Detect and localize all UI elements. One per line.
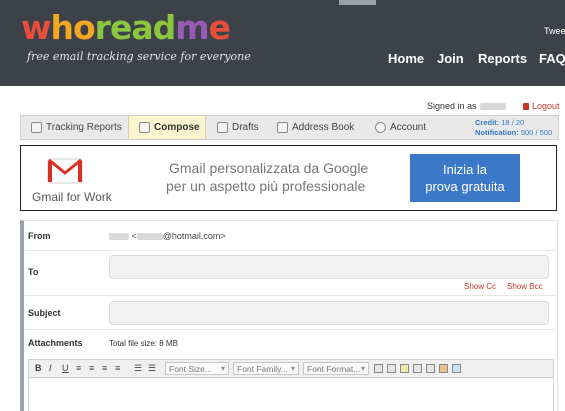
tab-account[interactable]: Account <box>375 116 445 139</box>
nav-home[interactable]: Home <box>388 51 424 66</box>
signed-in-label: Signed in as <box>427 101 477 111</box>
from-label: From <box>28 231 51 241</box>
show-bcc-link[interactable]: Show Bcc <box>507 282 543 291</box>
image-icon[interactable] <box>439 364 448 373</box>
header-handle[interactable] <box>339 0 376 5</box>
font-family-select[interactable]: Font Family... <box>233 362 299 375</box>
to-field[interactable] <box>109 255 549 279</box>
tab-address-book[interactable]: Address Book <box>277 116 367 139</box>
message-editor[interactable]: B I U ≡ ≡ ≡ ≡ ☰ ☰ Font Size... Font Fami… <box>28 359 554 411</box>
link-icon[interactable] <box>413 364 422 373</box>
free-trial-button[interactable]: Inizia la prova gratuita <box>410 154 520 202</box>
italic-icon[interactable]: I <box>49 363 52 373</box>
from-row: From < @hotmail.com> <box>24 221 558 251</box>
to-label: To <box>28 267 39 277</box>
blurred-sender-user <box>136 233 163 241</box>
numbered-list-icon[interactable]: ☰ <box>148 363 156 374</box>
from-domain: @hotmail.com> <box>162 231 226 241</box>
align-justify-icon[interactable]: ≡ <box>115 363 120 373</box>
site-header: whoreadme free email tracking service fo… <box>0 0 565 86</box>
lock-icon <box>523 103 529 111</box>
tab-compose[interactable]: Compose <box>128 116 206 139</box>
tab-label: Address Book <box>292 122 355 133</box>
editor-toolbar: B I U ≡ ≡ ≡ ≡ ☰ ☰ Font Size... Font Fami… <box>29 360 553 378</box>
notification-label: Notification: <box>475 128 519 137</box>
credit-counter: Credit: 18 / 20 <box>475 118 552 128</box>
gmail-ad-banner[interactable]: Gmail for Work Gmail personalizzata da G… <box>20 145 557 211</box>
spellcheck-icon[interactable] <box>400 364 409 373</box>
chart-icon <box>31 122 42 133</box>
whoreadme-logo[interactable]: whoreadme <box>21 8 231 47</box>
font-size-select[interactable]: Font Size... <box>165 362 229 375</box>
tab-drafts[interactable]: Drafts <box>217 116 267 139</box>
banner-product: Gmail for Work <box>32 190 112 204</box>
show-cc-link[interactable]: Show Cc <box>464 282 496 291</box>
from-address: < @hotmail.com> <box>109 231 226 241</box>
tab-label: Account <box>390 122 427 133</box>
credit-value: 18 / 20 <box>501 118 525 127</box>
subject-row: Subject <box>24 296 558 330</box>
nav-faq[interactable]: FAQ <box>539 51 565 66</box>
logo-part: e <box>208 8 231 47</box>
align-left-icon[interactable]: ≡ <box>76 363 81 373</box>
logo-part: w <box>21 8 51 47</box>
signed-in-status: Signed in as <box>427 101 506 111</box>
gear-icon <box>375 122 386 133</box>
address-book-icon <box>277 122 288 133</box>
gmail-logo-icon <box>47 158 83 184</box>
to-row: To Show Cc Show Bcc <box>24 251 558 296</box>
tab-tracking-reports[interactable]: Tracking Reports <box>31 116 127 139</box>
bold-icon[interactable]: B <box>35 363 42 373</box>
drafts-icon <box>217 122 228 133</box>
nav-reports[interactable]: Reports <box>478 51 527 66</box>
tab-bar: Tracking Reports Compose Drafts Address … <box>20 115 559 140</box>
html-source-icon[interactable] <box>452 364 461 373</box>
logo-part: m <box>175 8 209 47</box>
tab-label: Drafts <box>232 122 259 133</box>
cta-line: Inizia la <box>442 162 488 177</box>
align-center-icon[interactable]: ≡ <box>89 363 94 373</box>
total-file-size: Total file size: 8 MB <box>109 339 178 348</box>
logout-link[interactable]: Logout <box>523 101 560 111</box>
attachments-label: Attachments <box>28 338 83 348</box>
underline-icon[interactable]: U <box>62 363 69 373</box>
banner-headline: Gmail personalizzata da Google <box>169 160 369 176</box>
usage-counters: Credit: 18 / 20 Notification: 500 / 500 <box>475 118 552 138</box>
tab-label: Compose <box>154 122 200 133</box>
blurred-sender-name <box>109 233 129 241</box>
outdent-icon[interactable] <box>387 364 396 373</box>
align-right-icon[interactable]: ≡ <box>102 363 107 373</box>
code-icon[interactable] <box>426 364 435 373</box>
credit-label: Credit: <box>475 118 500 127</box>
notification-value: 500 / 500 <box>520 128 553 137</box>
logo-part: ho <box>50 8 96 47</box>
compose-icon <box>139 122 150 133</box>
bullet-list-icon[interactable]: ☰ <box>134 363 142 374</box>
compose-form: From < @hotmail.com> To Show Cc Show Bcc … <box>20 220 558 411</box>
notification-counter: Notification: 500 / 500 <box>475 128 552 138</box>
subject-label: Subject <box>28 308 61 318</box>
blurred-username <box>479 103 506 111</box>
cta-line: prova gratuita <box>425 179 505 194</box>
font-format-select[interactable]: Font Format... <box>303 362 369 375</box>
logo-part: read <box>94 8 177 47</box>
banner-subheadline: per un aspetto più professionale <box>166 178 366 194</box>
tab-label: Tracking Reports <box>46 122 122 133</box>
nav-join[interactable]: Join <box>437 51 464 66</box>
tweet-button[interactable]: Twee <box>544 26 565 36</box>
indent-icon[interactable] <box>374 364 383 373</box>
attachments-row: Attachments Total file size: 8 MB <box>24 330 558 356</box>
logout-label: Logout <box>532 101 560 111</box>
tagline: free email tracking service for everyone <box>27 50 251 63</box>
subject-field[interactable] <box>109 301 549 325</box>
